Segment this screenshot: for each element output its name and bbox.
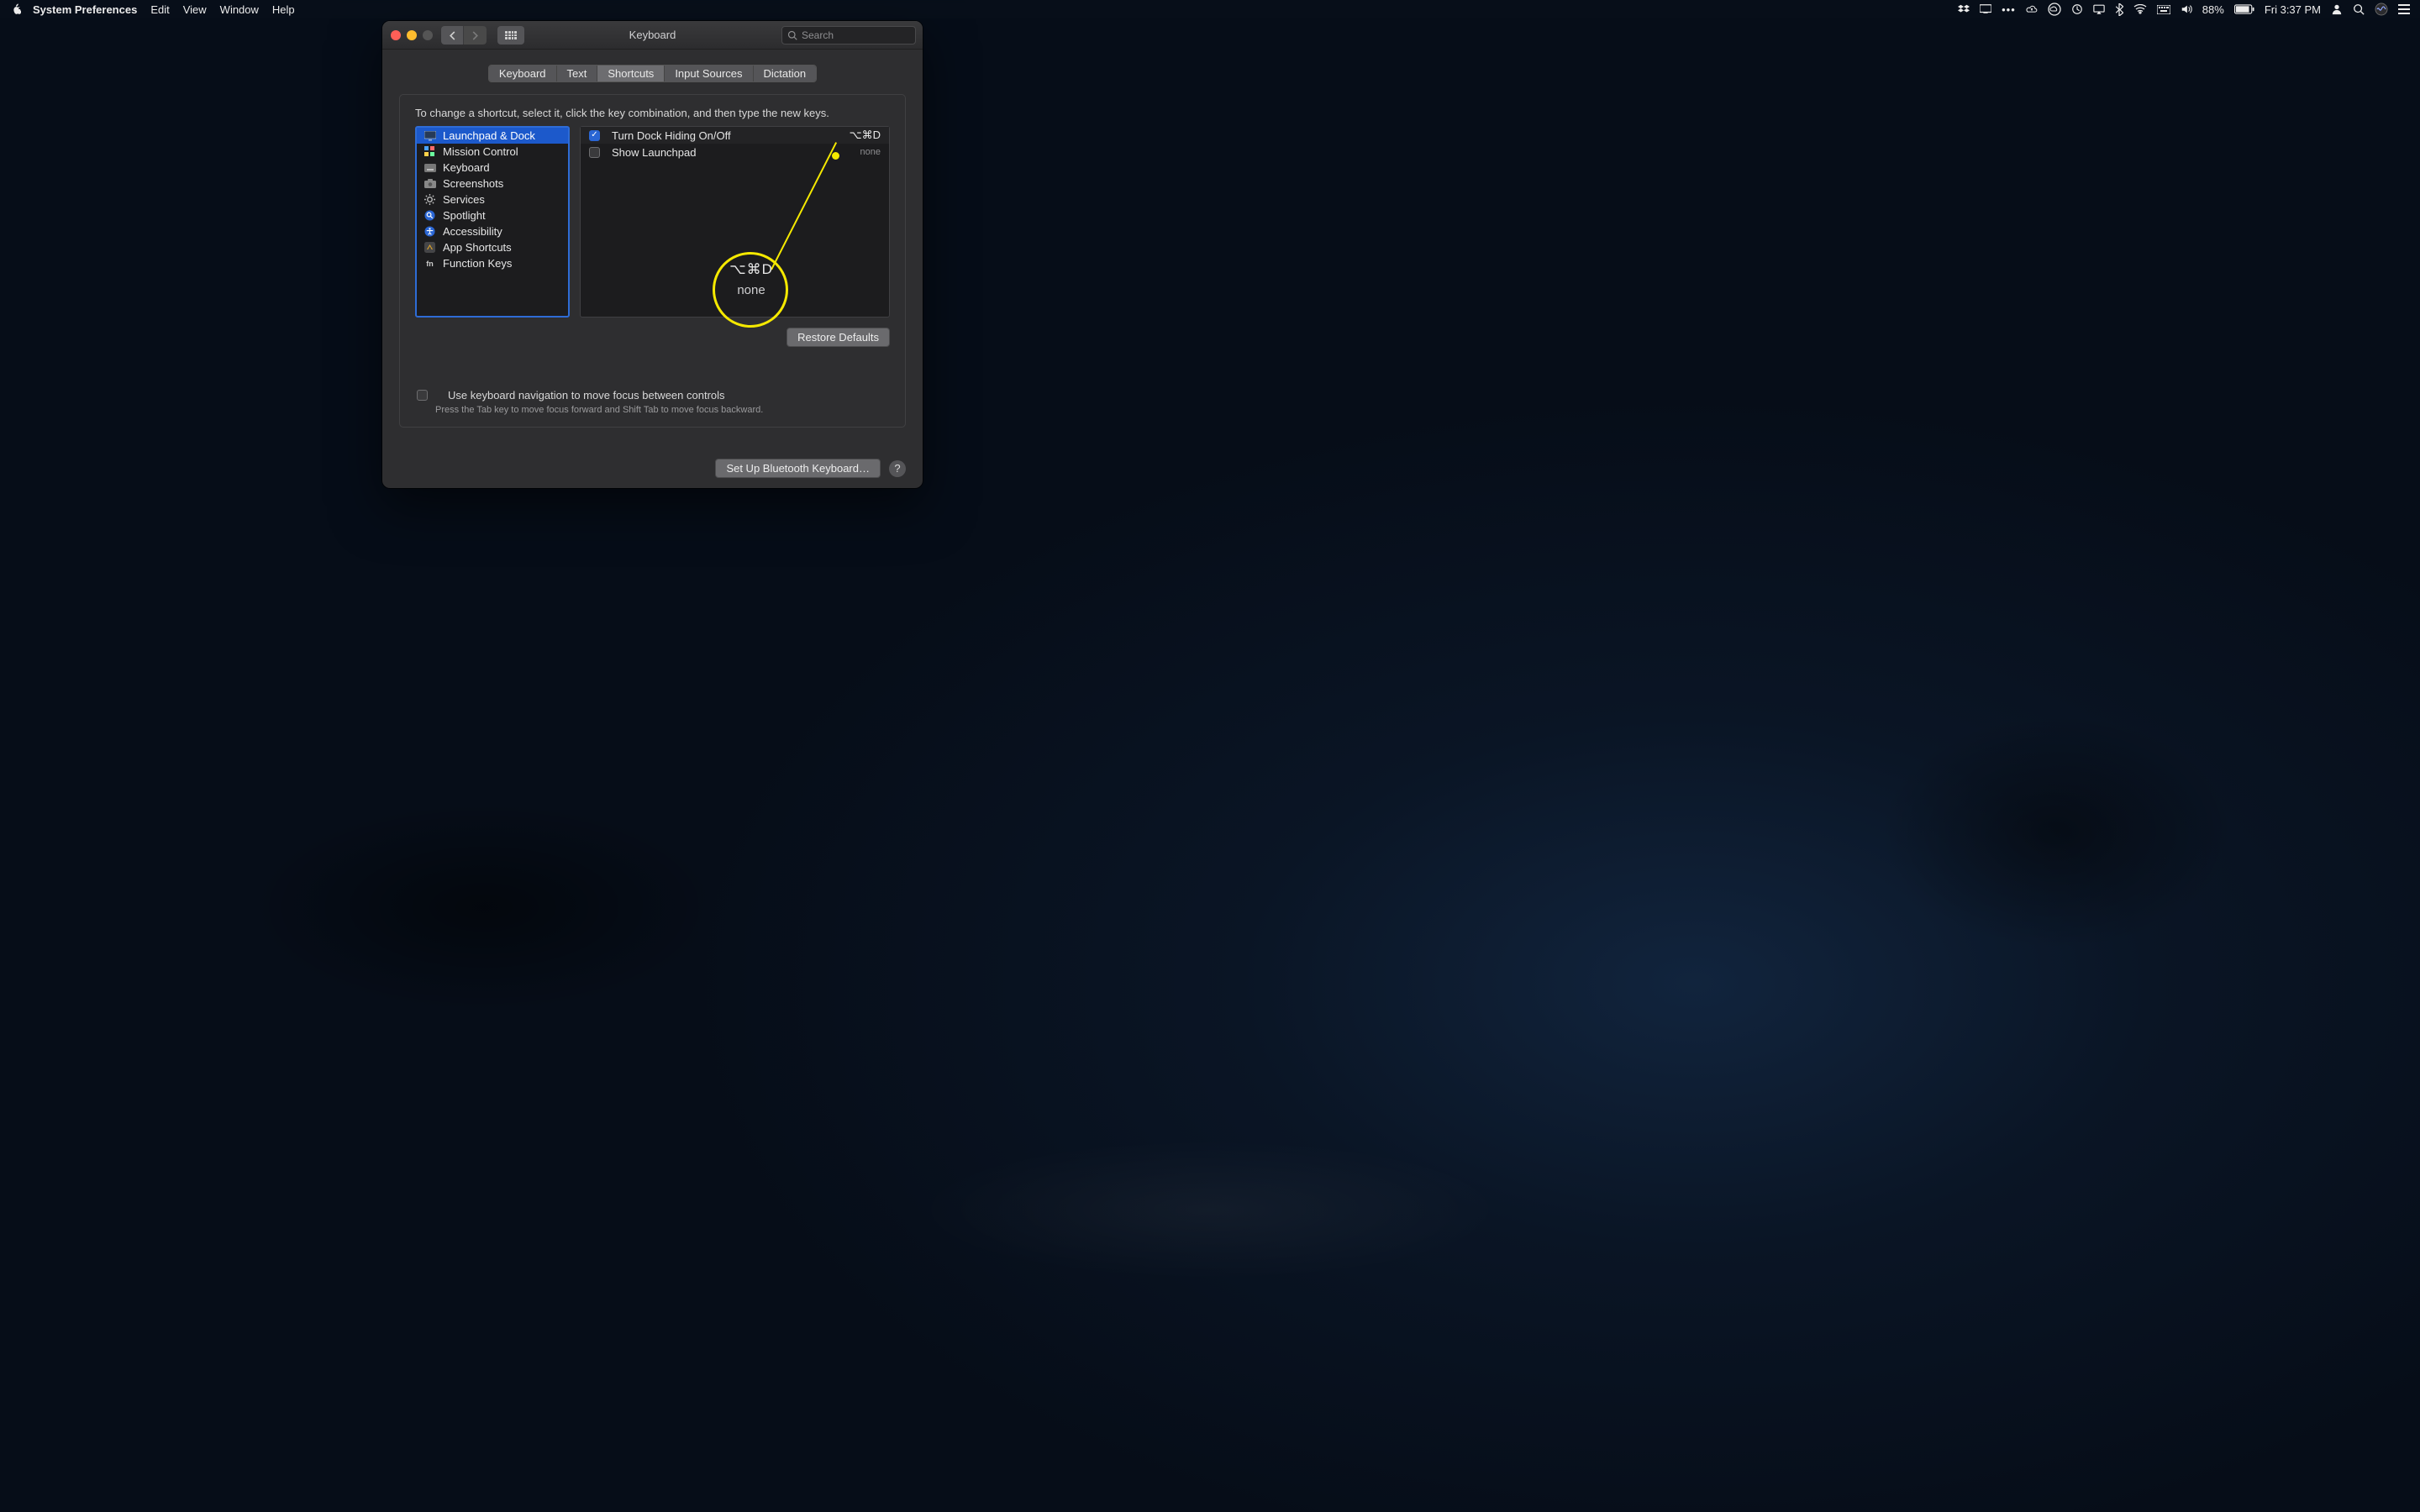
- category-screenshots[interactable]: Screenshots: [417, 176, 568, 192]
- shortcut-label: Show Launchpad: [612, 146, 860, 159]
- menu-view[interactable]: View: [183, 3, 207, 16]
- volume-icon[interactable]: [2181, 3, 2192, 15]
- kb-nav-checkbox[interactable]: [417, 390, 428, 401]
- spotlight-icon[interactable]: [2353, 3, 2365, 15]
- window-minimize-button[interactable]: [407, 30, 417, 40]
- category-services[interactable]: Services: [417, 192, 568, 207]
- nav-back-button[interactable]: [441, 26, 464, 45]
- tab-text[interactable]: Text: [557, 66, 598, 81]
- shortcut-keys[interactable]: ⌥⌘D: [850, 129, 881, 142]
- menu-help[interactable]: Help: [272, 3, 295, 16]
- keyboard-icon: [424, 161, 436, 174]
- siri-icon[interactable]: [2375, 3, 2388, 16]
- category-launchpad-dock[interactable]: Launchpad & Dock: [417, 128, 568, 144]
- shortcut-label: Turn Dock Hiding On/Off: [612, 129, 850, 142]
- bluetooth-keyboard-button[interactable]: Set Up Bluetooth Keyboard…: [715, 459, 881, 478]
- fn-icon: fn: [424, 257, 436, 270]
- shortcut-checkbox[interactable]: [589, 147, 600, 158]
- display-mirror-icon[interactable]: [1980, 3, 1991, 15]
- shortcut-list[interactable]: Turn Dock Hiding On/Off ⌥⌘D Show Launchp…: [580, 126, 890, 318]
- app-icon: [424, 241, 436, 254]
- category-mission-control[interactable]: Mission Control: [417, 144, 568, 160]
- search-blue-icon: [424, 209, 436, 222]
- menu-extra-icon[interactable]: •••: [2002, 3, 2016, 16]
- instruction-text: To change a shortcut, select it, click t…: [415, 107, 890, 119]
- shortcut-checkbox[interactable]: [589, 130, 600, 141]
- category-label: Function Keys: [443, 257, 512, 270]
- desktop-wallpaper: [0, 0, 2420, 1512]
- category-label: Keyboard: [443, 161, 490, 174]
- preferences-window: Keyboard Search Keyboard Text Shortcuts …: [382, 21, 923, 488]
- category-accessibility[interactable]: Accessibility: [417, 223, 568, 239]
- search-placeholder: Search: [802, 29, 834, 41]
- cloud-up-icon[interactable]: [2026, 3, 2038, 15]
- menu-edit[interactable]: Edit: [150, 3, 169, 16]
- shortcut-keys[interactable]: none: [860, 147, 881, 157]
- menu-window[interactable]: Window: [220, 3, 259, 16]
- notification-center-icon[interactable]: [2398, 3, 2410, 15]
- category-label: Accessibility: [443, 225, 502, 238]
- category-label: Launchpad & Dock: [443, 129, 535, 142]
- display-icon: [424, 129, 436, 142]
- restore-defaults-button[interactable]: Restore Defaults: [786, 328, 890, 347]
- category-keyboard[interactable]: Keyboard: [417, 160, 568, 176]
- gear-icon: [424, 193, 436, 206]
- show-all-prefs-button[interactable]: [497, 26, 524, 45]
- category-label: App Shortcuts: [443, 241, 512, 254]
- tab-shortcuts[interactable]: Shortcuts: [597, 66, 665, 81]
- wifi-icon[interactable]: [2133, 4, 2147, 14]
- nav-forward-button: [464, 26, 487, 45]
- apple-menu-icon[interactable]: [10, 3, 21, 17]
- pref-tabs: Keyboard Text Shortcuts Input Sources Di…: [382, 65, 923, 82]
- category-app-shortcuts[interactable]: App Shortcuts: [417, 239, 568, 255]
- category-function-keys[interactable]: fn Function Keys: [417, 255, 568, 271]
- kb-nav-hint: Press the Tab key to move focus forward …: [435, 405, 888, 415]
- grid-color-icon: [424, 145, 436, 158]
- tab-dictation[interactable]: Dictation: [754, 66, 817, 81]
- category-spotlight[interactable]: Spotlight: [417, 207, 568, 223]
- keyboard-input-icon[interactable]: [2157, 5, 2170, 14]
- camera-icon: [424, 177, 436, 190]
- window-titlebar: Keyboard Search: [382, 21, 923, 50]
- creative-cloud-icon[interactable]: [2048, 3, 2061, 16]
- help-button[interactable]: ?: [889, 460, 906, 477]
- battery-percentage: 88%: [2202, 3, 2224, 16]
- dropbox-icon[interactable]: [1958, 3, 1970, 15]
- category-label: Screenshots: [443, 177, 503, 190]
- search-field[interactable]: Search: [781, 26, 916, 45]
- shortcut-row[interactable]: Show Launchpad none: [581, 144, 889, 160]
- shortcuts-group: To change a shortcut, select it, click t…: [399, 94, 906, 428]
- shortcut-row[interactable]: Turn Dock Hiding On/Off ⌥⌘D: [581, 127, 889, 144]
- time-machine-icon[interactable]: [2071, 3, 2083, 15]
- app-menu-items: System Preferences Edit View Window Help: [33, 3, 295, 16]
- user-icon[interactable]: [2331, 3, 2343, 15]
- category-label: Services: [443, 193, 485, 206]
- tab-keyboard[interactable]: Keyboard: [489, 66, 557, 81]
- category-label: Mission Control: [443, 145, 518, 158]
- airplay-icon[interactable]: [2093, 3, 2105, 15]
- tab-input-sources[interactable]: Input Sources: [665, 66, 753, 81]
- clock[interactable]: Fri 3:37 PM: [2265, 3, 2321, 16]
- kb-nav-label: Use keyboard navigation to move focus be…: [448, 389, 725, 402]
- menubar-status-items: ••• 88% Fri 3:37 PM: [1958, 3, 2410, 16]
- menu-app-name[interactable]: System Preferences: [33, 3, 137, 16]
- category-label: Spotlight: [443, 209, 486, 222]
- category-list[interactable]: Launchpad & Dock Mission Control: [415, 126, 570, 318]
- menubar: System Preferences Edit View Window Help…: [0, 0, 2420, 18]
- window-close-button[interactable]: [391, 30, 401, 40]
- accessibility-icon: [424, 225, 436, 238]
- window-zoom-button: [423, 30, 433, 40]
- battery-icon[interactable]: [2234, 4, 2254, 14]
- bluetooth-icon[interactable]: [2115, 3, 2123, 16]
